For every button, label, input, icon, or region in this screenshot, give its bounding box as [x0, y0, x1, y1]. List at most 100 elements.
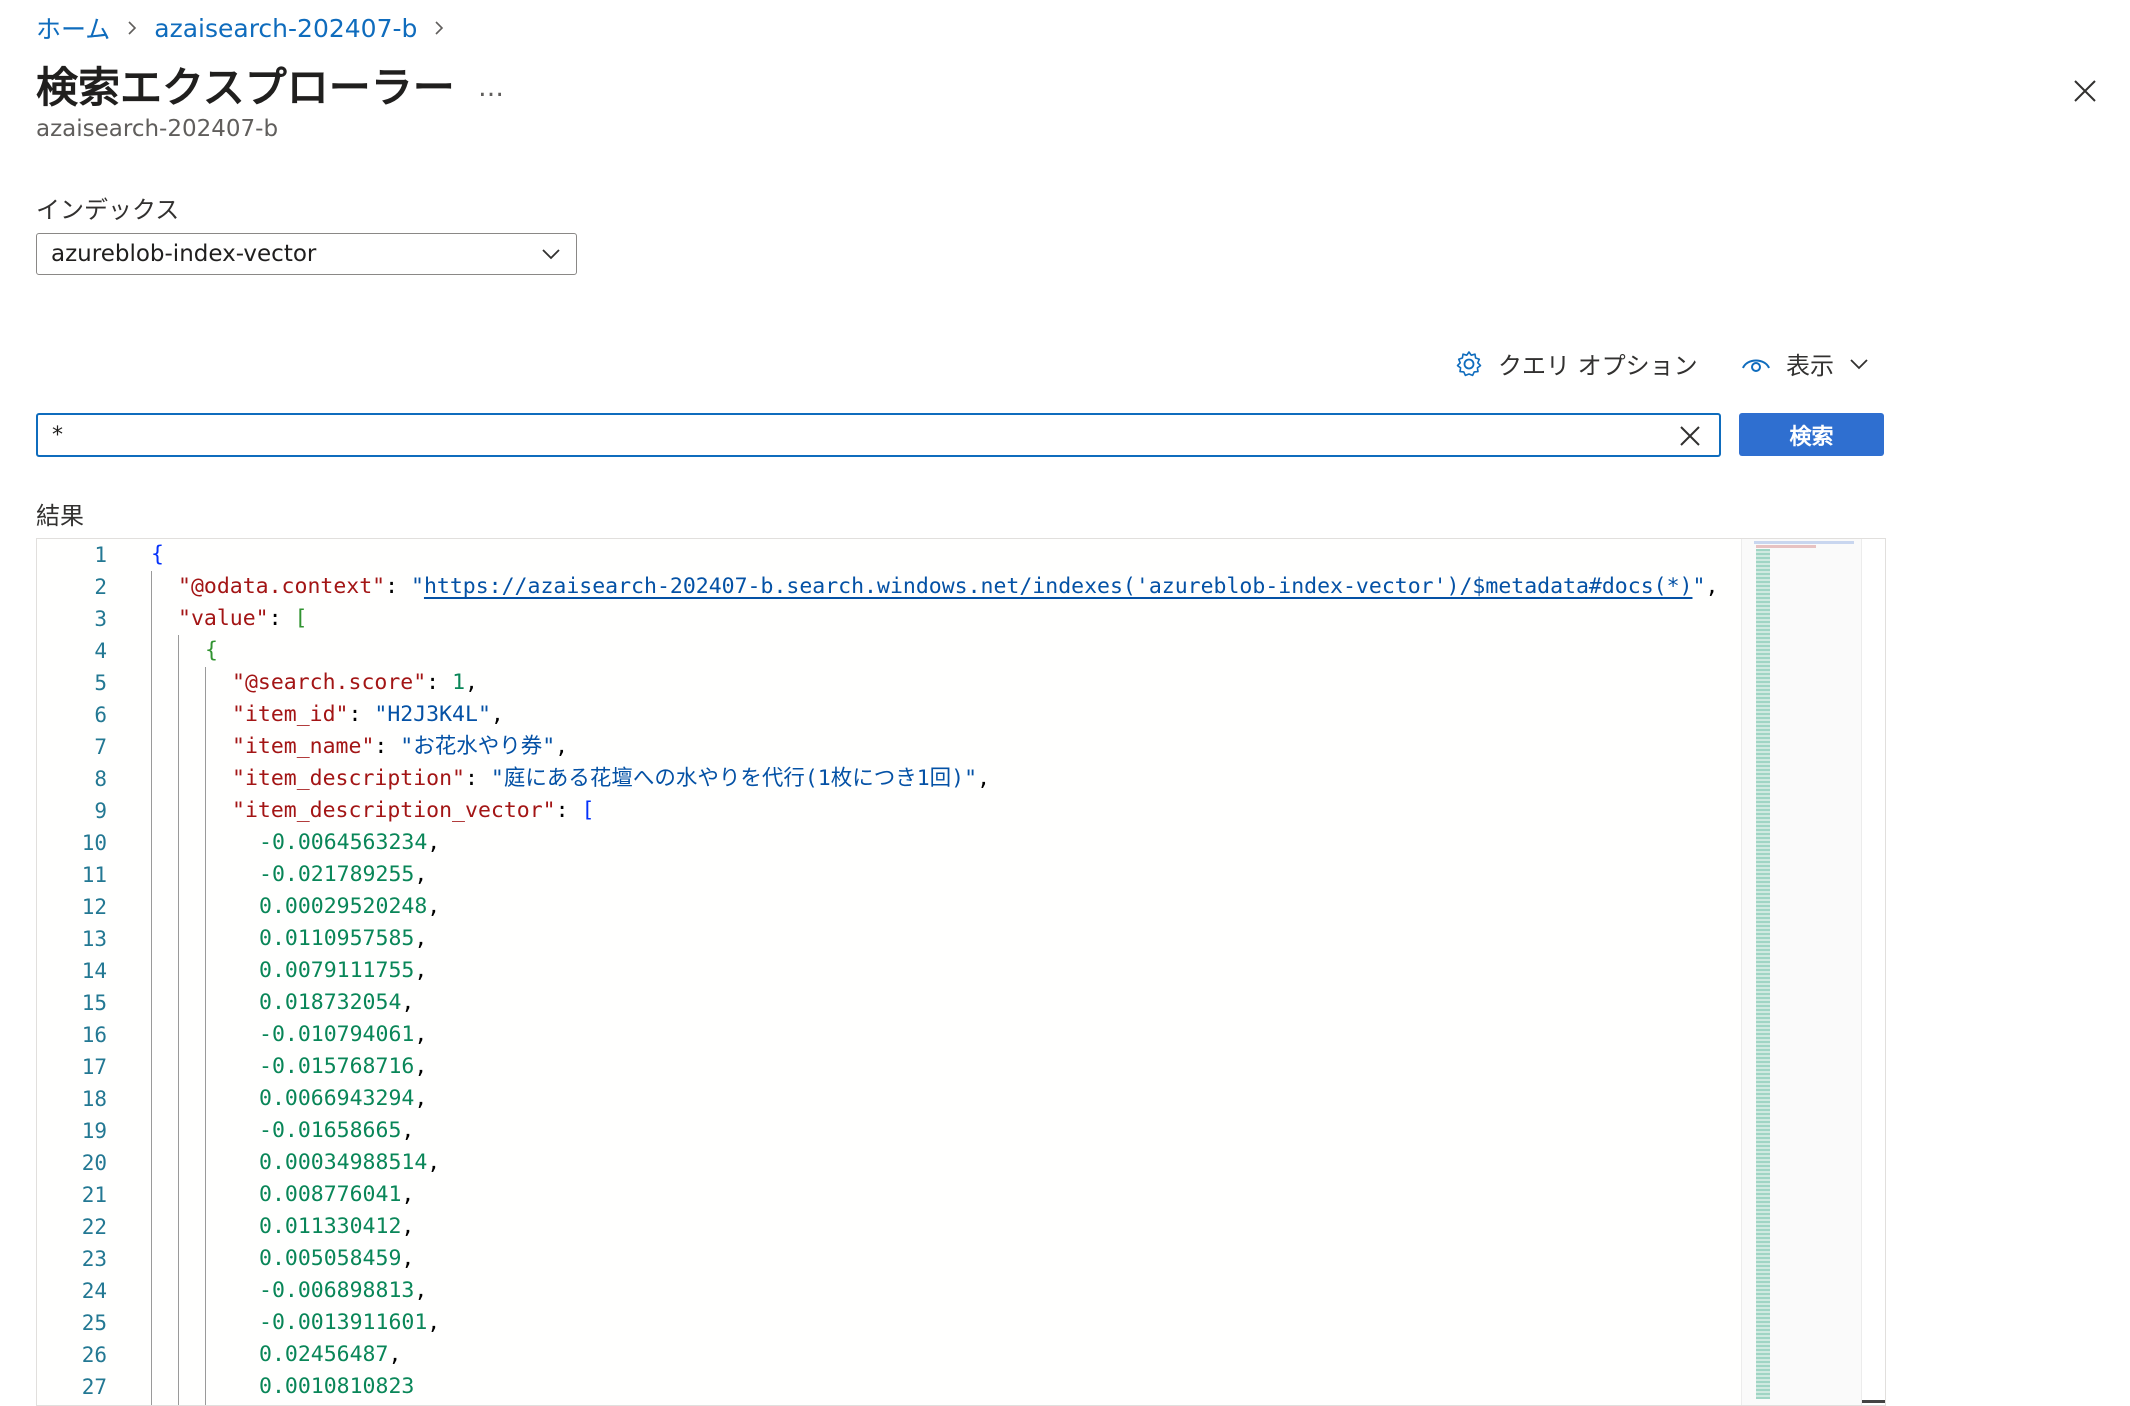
line-number: 11: [81, 863, 107, 887]
vector-value-line: 0.011330412,: [259, 1214, 415, 1239]
breadcrumb: ホーム azaisearch-202407-b: [36, 10, 461, 46]
vector-value: -0.01658665: [259, 1118, 402, 1143]
line-number: 5: [94, 671, 107, 695]
vector-value: 0.00034988514: [259, 1150, 428, 1175]
eye-icon: [1742, 359, 1770, 372]
vector-value-line: 0.0079111755,: [259, 958, 428, 983]
code-minimap[interactable]: [1741, 539, 1862, 1405]
vector-value: -0.021789255: [259, 862, 415, 887]
gear-icon: [1456, 350, 1482, 376]
vector-value-line: 0.005058459,: [259, 1246, 415, 1271]
line-number: 15: [81, 991, 107, 1015]
index-label: インデックス: [36, 196, 180, 224]
chevron-right-icon: [124, 20, 140, 36]
vector-value-line: -0.01658665,: [259, 1118, 415, 1143]
line-number: 2: [94, 575, 107, 599]
vector-value: -0.0013911601: [259, 1310, 428, 1335]
vector-value-line: 0.008776041,: [259, 1182, 415, 1207]
close-icon: [2074, 80, 2096, 102]
code-line-1: {: [151, 542, 164, 567]
json-code-area[interactable]: { "@odata.context": "https://azaisearch-…: [151, 539, 1771, 1405]
vector-value-line: -0.010794061,: [259, 1022, 428, 1047]
query-options-label: クエリ オプション: [1498, 352, 1698, 380]
vector-value-line: 0.02456487,: [259, 1342, 402, 1367]
vector-value-line: -0.006898813,: [259, 1278, 428, 1303]
line-number: 18: [81, 1087, 107, 1111]
vector-value-line: 0.00034988514,: [259, 1150, 441, 1175]
line-number: 8: [94, 767, 107, 791]
line-number: 21: [81, 1183, 107, 1207]
vector-value: 0.011330412: [259, 1214, 402, 1239]
breadcrumb-home-link[interactable]: ホーム: [36, 10, 110, 46]
search-box: [36, 413, 1721, 457]
line-number: 9: [94, 799, 107, 823]
line-number: 25: [81, 1311, 107, 1335]
line-number: 7: [94, 735, 107, 759]
more-options-button[interactable]: …: [470, 68, 514, 108]
code-line-2: "@odata.context": "https://azaisearch-20…: [178, 574, 1719, 599]
close-icon: [1680, 426, 1700, 446]
close-button[interactable]: [2064, 70, 2106, 112]
chevron-right-icon: [431, 20, 447, 36]
vector-value: -0.010794061: [259, 1022, 415, 1047]
line-number: 10: [81, 831, 107, 855]
line-number: 1: [94, 543, 107, 567]
code-line-9: "item_description_vector": [: [232, 798, 595, 823]
query-options-button[interactable]: クエリ オプション: [1454, 346, 1698, 381]
vector-value: -0.0064563234: [259, 830, 428, 855]
results-json-editor[interactable]: 1 2 3 4 5 6 7 8 9 10 11 12 13 14 15 16 17 18 19 20 21 22 23 24 2…: [36, 538, 1886, 1406]
minimap-preview: [1756, 549, 1770, 1399]
vector-value: 0.005058459: [259, 1246, 402, 1271]
vector-value-line: -0.0064563234,: [259, 830, 441, 855]
line-number: 20: [81, 1151, 107, 1175]
vector-value: 0.018732054: [259, 990, 402, 1015]
line-number: 24: [81, 1279, 107, 1303]
results-label: 結果: [36, 502, 84, 530]
page-subtitle: azaisearch-202407-b: [36, 116, 279, 142]
line-number: 14: [81, 959, 107, 983]
vector-value-line: -0.021789255,: [259, 862, 428, 887]
line-number: 6: [94, 703, 107, 727]
index-dropdown[interactable]: azureblob-index-vector: [36, 233, 577, 275]
code-line-6: "item_id": "H2J3K4L",: [232, 702, 504, 727]
line-number: 17: [81, 1055, 107, 1079]
view-dropdown-button[interactable]: 表示: [1740, 346, 1870, 381]
vector-value: 0.00029520248: [259, 894, 428, 919]
vector-value: 0.0079111755: [259, 958, 415, 983]
line-number: 19: [81, 1119, 107, 1143]
vector-value-line: 0.0010810823: [259, 1371, 414, 1403]
vertical-scrollbar[interactable]: [1861, 539, 1885, 1405]
vector-value-line: 0.0066943294,: [259, 1086, 428, 1111]
line-number: 23: [81, 1247, 107, 1271]
vector-value-line: -0.0013911601,: [259, 1310, 441, 1335]
code-line-7: "item_name": "お花水やり券",: [232, 734, 569, 759]
vector-value-line: 0.018732054,: [259, 990, 415, 1015]
odata-context-link[interactable]: https://azaisearch-202407-b.search.windo…: [424, 574, 1693, 599]
code-line-3: "value": [: [178, 606, 308, 631]
view-label: 表示: [1786, 352, 1834, 380]
indent-guide: [178, 635, 179, 1405]
search-button[interactable]: 検索: [1739, 413, 1884, 456]
line-number: 26: [81, 1343, 107, 1367]
vector-value: -0.006898813: [259, 1278, 415, 1303]
breadcrumb-service-link[interactable]: azaisearch-202407-b: [154, 14, 417, 43]
indent-guide: [205, 667, 206, 1405]
vector-value: 0.0110957585: [259, 926, 415, 951]
line-number: 3: [94, 607, 107, 631]
scrollbar-thumb[interactable]: [1862, 1400, 1885, 1403]
code-line-5: "@search.score": 1,: [232, 670, 478, 695]
vector-value-line: 0.0110957585,: [259, 926, 428, 951]
indent-guide: [151, 571, 152, 1405]
vector-value: 0.008776041: [259, 1182, 402, 1207]
vector-value: 0.0010810823: [259, 1374, 415, 1399]
code-line-8: "item_description": "庭にある花壇への水やりを代行(1枚につ…: [232, 766, 991, 791]
page-title: 検索エクスプローラー: [36, 63, 455, 112]
code-line-4: {: [205, 638, 218, 663]
line-number: 13: [81, 927, 107, 951]
line-number: 12: [81, 895, 107, 919]
line-number: 16: [81, 1023, 107, 1047]
clear-search-button[interactable]: [1675, 421, 1705, 451]
minimap-preview: [1754, 541, 1854, 544]
search-input[interactable]: [38, 416, 1654, 454]
vector-value-line: -0.015768716,: [259, 1054, 428, 1079]
